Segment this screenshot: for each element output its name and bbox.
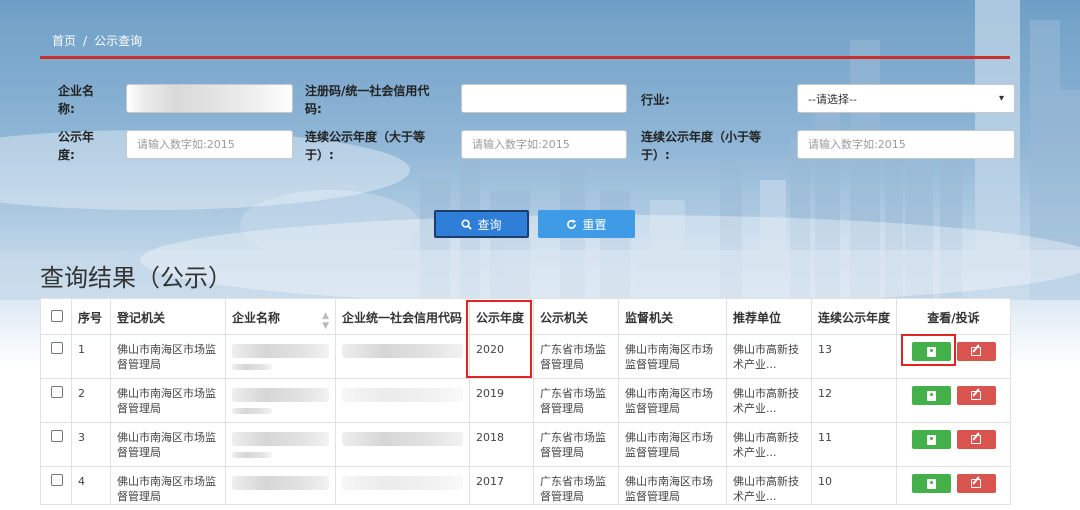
row-year: 2018	[469, 422, 534, 467]
breadcrumb: 首页 / 公示查询	[52, 34, 143, 48]
row-company-name	[225, 378, 336, 423]
company-name-label: 企业名称:	[58, 84, 95, 116]
row-recommend: 佛山市高新技术产业...	[726, 378, 812, 423]
row-actions	[896, 466, 1011, 505]
user-card-icon	[926, 478, 936, 489]
edit-icon	[971, 479, 981, 488]
row-sup-org: 佛山市南海区市场监督管理局	[618, 466, 727, 505]
row-pub-org: 广东省市场监督管理局	[533, 466, 619, 505]
breadcrumb-home-link[interactable]: 首页	[52, 34, 76, 48]
row-recommend: 佛山市高新技术产业...	[726, 422, 812, 467]
view-button-highlight-box	[901, 334, 956, 366]
industry-selected-value: --请选择--	[808, 92, 857, 106]
company-name-input[interactable]	[126, 84, 293, 113]
col-header-recommend: 推荐单位	[726, 298, 812, 335]
row-checkbox[interactable]	[51, 342, 63, 354]
year-input[interactable]	[126, 130, 293, 159]
col-header-credit-code: 企业统一社会信用代码	[335, 298, 470, 335]
table-row: 2 佛山市南海区市场监督管理局 2019 广东省市场监督管理局 佛山市南海区市场…	[40, 378, 1011, 423]
row-company-name	[225, 466, 336, 505]
row-company-name	[225, 334, 336, 379]
header-divider	[40, 56, 1010, 59]
row-credit-code	[335, 378, 470, 423]
table-row: 4 佛山市南海区市场监督管理局 2017 广东省市场监督管理局 佛山市南海区市场…	[40, 466, 1011, 505]
row-checkbox[interactable]	[51, 430, 63, 442]
edit-icon	[971, 435, 981, 444]
row-credit-code	[335, 334, 470, 379]
reg-code-input[interactable]	[461, 84, 627, 113]
row-credit-code	[335, 422, 470, 467]
row-credit-code	[335, 466, 470, 505]
refresh-icon	[567, 218, 577, 229]
row-no: 4	[71, 466, 111, 505]
row-recommend: 佛山市高新技术产业...	[726, 334, 812, 379]
row-recommend: 佛山市高新技术产业...	[726, 466, 812, 505]
complain-button[interactable]	[956, 386, 996, 405]
user-card-icon	[926, 390, 936, 401]
row-sup-org: 佛山市南海区市场监督管理局	[618, 422, 727, 467]
user-card-icon	[926, 434, 936, 445]
row-checkbox[interactable]	[51, 386, 63, 398]
col-header-company-name[interactable]: 企业名称 ▲ ▼	[225, 298, 336, 335]
chevron-down-icon: ▾	[998, 93, 1004, 104]
cont-max-label: 连续公示年度（小于等于）:	[641, 130, 762, 162]
row-checkbox[interactable]	[51, 474, 63, 486]
row-pub-org: 广东省市场监督管理局	[533, 378, 619, 423]
complain-button[interactable]	[956, 430, 996, 449]
row-reg-org: 佛山市南海区市场监督管理局	[110, 334, 226, 379]
breadcrumb-current: 公示查询	[94, 34, 143, 48]
industry-select[interactable]: --请选择-- ▾	[797, 84, 1015, 113]
row-reg-org: 佛山市南海区市场监督管理局	[110, 422, 226, 467]
complain-button[interactable]	[956, 342, 996, 361]
query-button[interactable]: 查询	[434, 210, 529, 238]
edit-icon	[971, 391, 981, 400]
row-pub-org: 广东省市场监督管理局	[533, 334, 619, 379]
industry-label: 行业:	[641, 93, 670, 107]
view-button[interactable]	[911, 386, 951, 405]
cont-min-input[interactable]	[461, 130, 627, 159]
row-no: 2	[71, 378, 111, 423]
row-sup-org: 佛山市南海区市场监督管理局	[618, 334, 727, 379]
complain-button[interactable]	[956, 474, 996, 493]
row-actions	[896, 378, 1011, 423]
results-title: 查询结果（公示）	[40, 264, 232, 292]
row-pub-org: 广东省市场监督管理局	[533, 422, 619, 467]
col-header-no: 序号	[71, 298, 111, 335]
row-sup-org: 佛山市南海区市场监督管理局	[618, 378, 727, 423]
view-button[interactable]	[911, 430, 951, 449]
col-header-continuous: 连续公示年度	[811, 298, 897, 335]
edit-icon	[971, 347, 981, 356]
row-actions	[896, 422, 1011, 467]
col-header-sup-org: 监督机关	[618, 298, 727, 335]
row-reg-org: 佛山市南海区市场监督管理局	[110, 378, 226, 423]
row-no: 1	[71, 334, 111, 379]
view-button[interactable]	[911, 474, 951, 493]
row-year: 2017	[469, 466, 534, 505]
row-no: 3	[71, 422, 111, 467]
reset-button[interactable]: 重置	[538, 210, 635, 238]
row-continuous: 11	[811, 422, 897, 467]
sort-icon[interactable]: ▲ ▼	[322, 311, 329, 331]
select-all-cell	[40, 298, 72, 335]
cont-min-label: 连续公示年度（大于等于）:	[305, 130, 426, 162]
col-header-reg-org: 登记机关	[110, 298, 226, 335]
row-year: 2019	[469, 378, 534, 423]
reg-code-label: 注册码/统一社会信用代码:	[305, 84, 430, 116]
col-header-pub-org: 公示机关	[533, 298, 619, 335]
table-row: 3 佛山市南海区市场监督管理局 2018 广东省市场监督管理局 佛山市南海区市场…	[40, 422, 1011, 467]
row-continuous: 12	[811, 378, 897, 423]
row-reg-org: 佛山市南海区市场监督管理局	[110, 466, 226, 505]
row-company-name	[225, 422, 336, 467]
cont-max-input[interactable]	[797, 130, 1015, 159]
year-label: 公示年度:	[58, 130, 95, 162]
col-header-actions: 查看/投诉	[896, 298, 1011, 335]
year-highlight-box	[466, 300, 532, 378]
row-continuous: 13	[811, 334, 897, 379]
search-icon	[461, 218, 473, 230]
row-continuous: 10	[811, 466, 897, 505]
select-all-checkbox[interactable]	[51, 310, 63, 322]
